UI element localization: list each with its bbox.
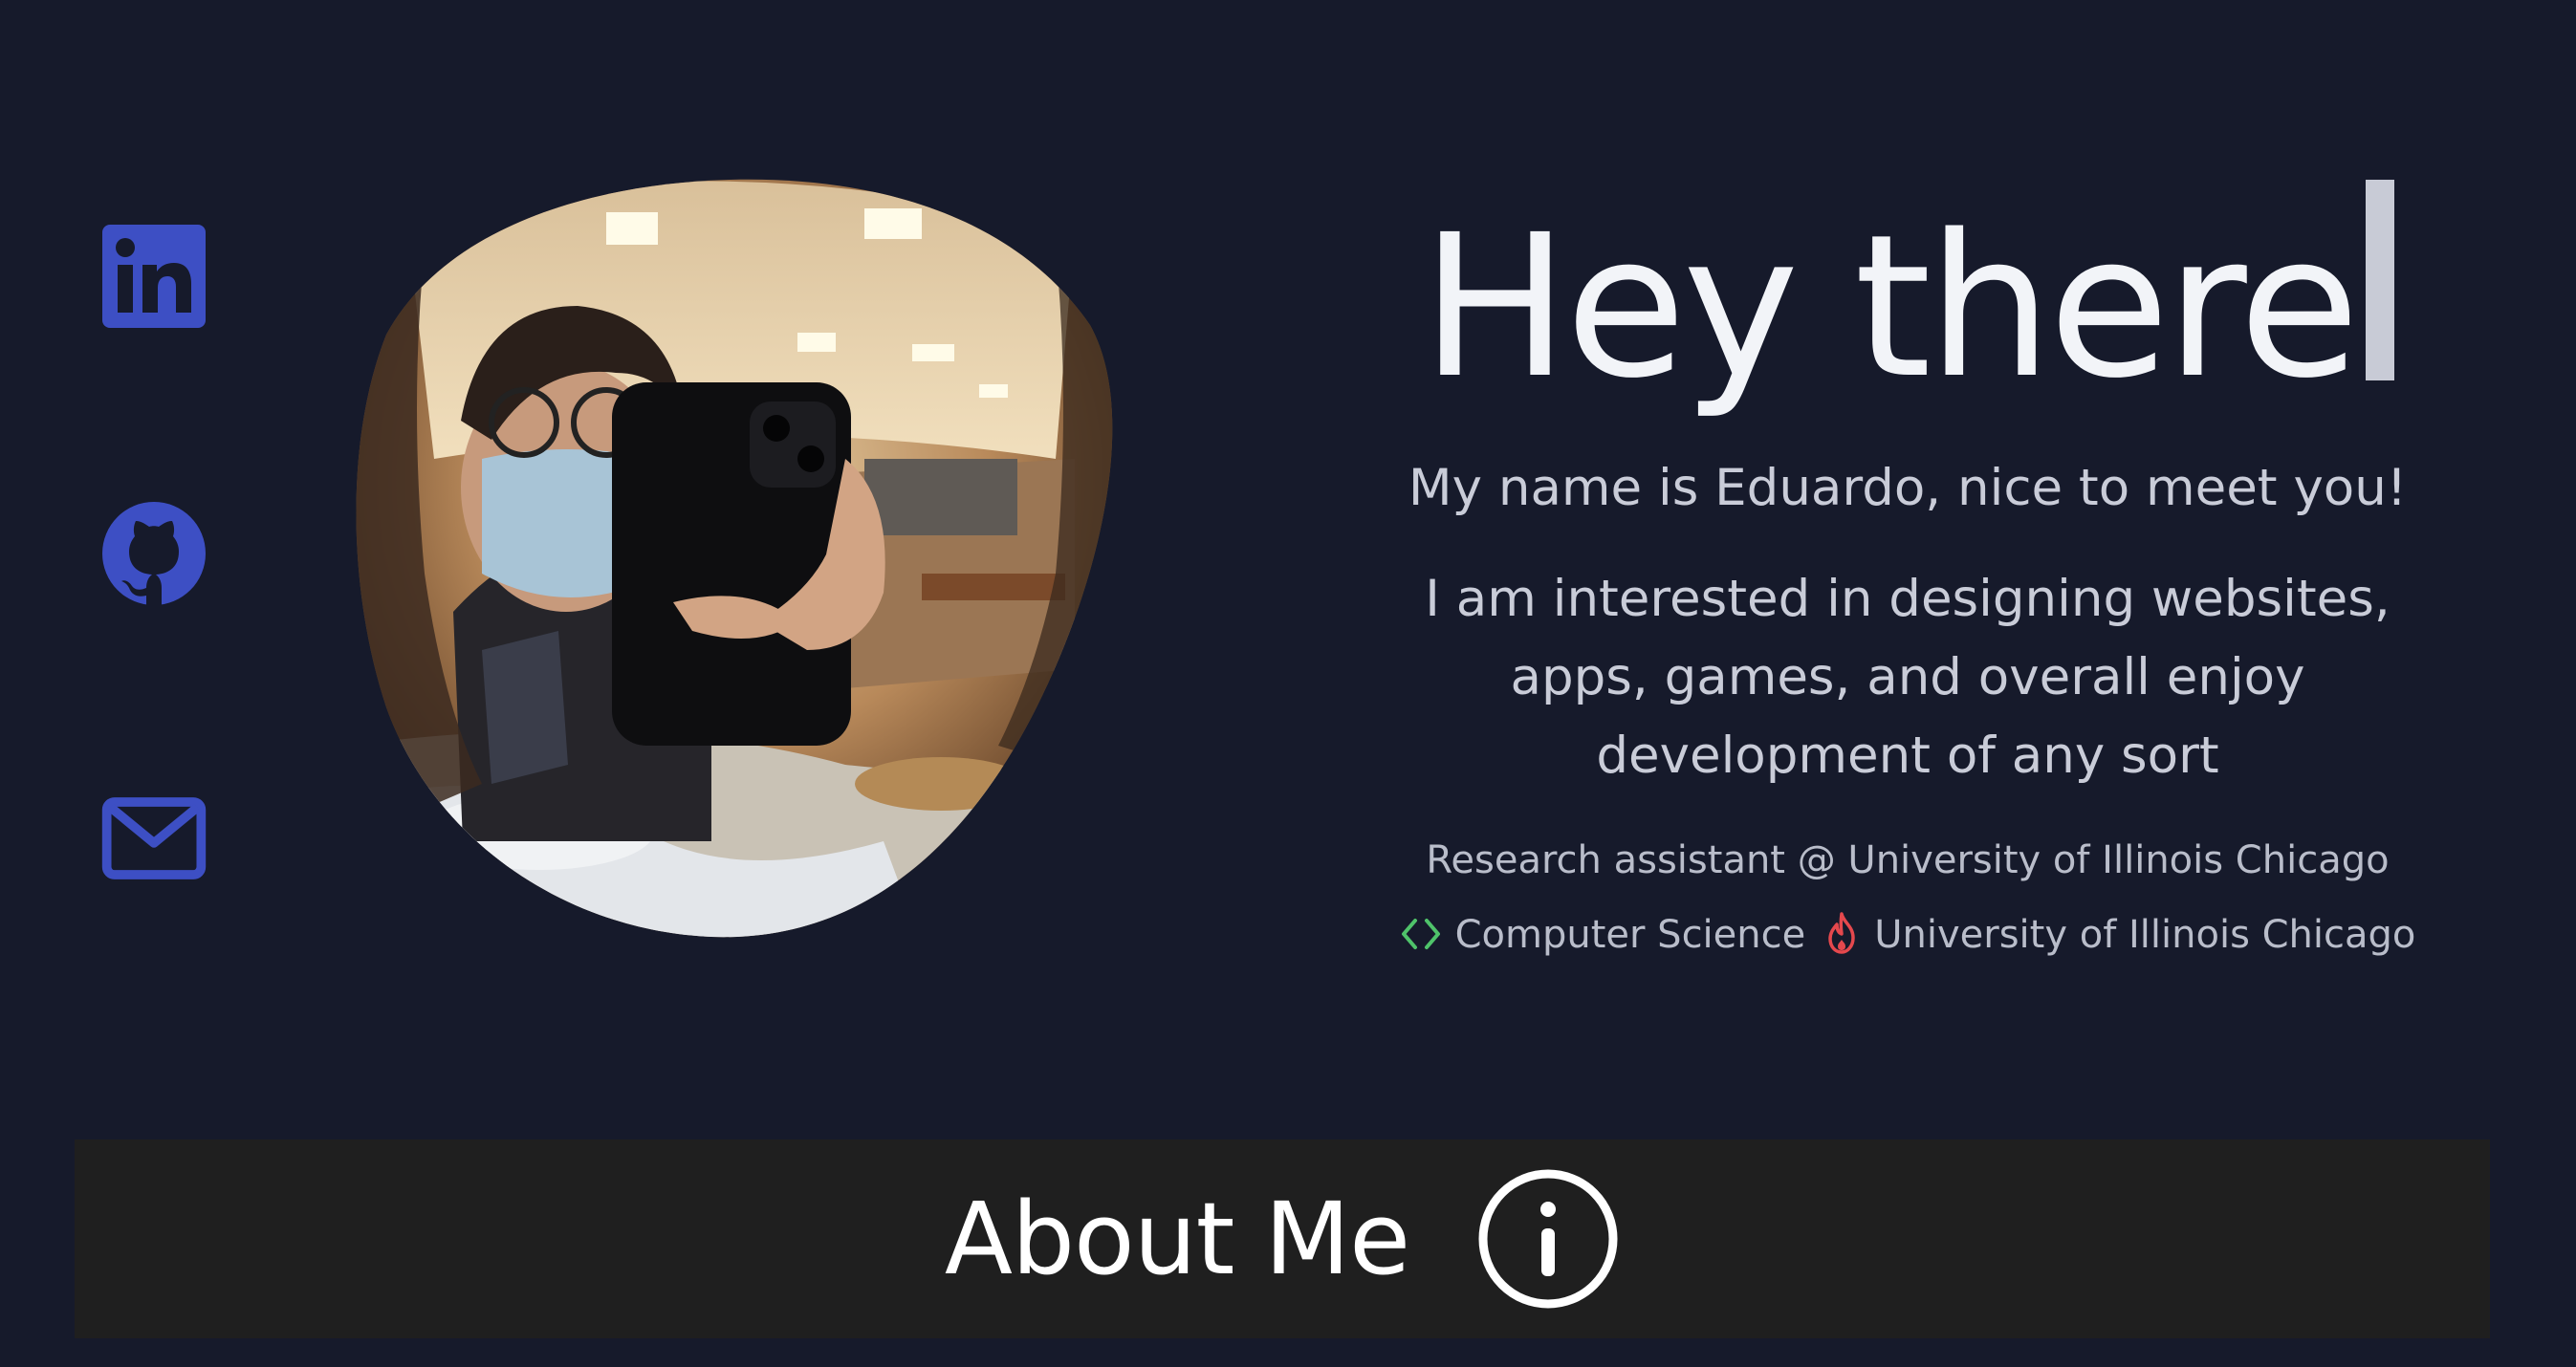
code-brackets-icon [1401, 919, 1440, 949]
education-line: Computer Science University of Illinois … [1339, 908, 2477, 962]
linkedin-link[interactable] [101, 222, 207, 331]
typing-caret [2366, 180, 2394, 380]
linkedin-icon [102, 225, 206, 328]
flame-icon [1828, 912, 1855, 954]
profile-photo [348, 172, 1123, 944]
mail-icon [101, 797, 207, 879]
github-icon [102, 502, 206, 605]
about-me-button[interactable]: About Me [75, 1139, 2490, 1338]
interest-text: I am interested in designing websites, a… [1425, 570, 2390, 785]
headline-text: Hey there [1420, 192, 2360, 422]
research-text: Research assistant @ University of Illin… [1426, 838, 2390, 882]
email-link[interactable] [101, 784, 207, 893]
hero-section: Hey there My name is Eduardo, nice to me… [1339, 178, 2477, 962]
hero-headline: Hey there [1421, 178, 2394, 436]
major-text: Computer Science [1454, 913, 1806, 957]
intro-text: My name is Eduardo, nice to meet you! [1408, 459, 2408, 517]
info-icon [1476, 1167, 1620, 1311]
about-me-label: About Me [944, 1181, 1410, 1297]
github-link[interactable] [101, 499, 207, 608]
school-text: University of Illinois Chicago [1874, 913, 2416, 957]
